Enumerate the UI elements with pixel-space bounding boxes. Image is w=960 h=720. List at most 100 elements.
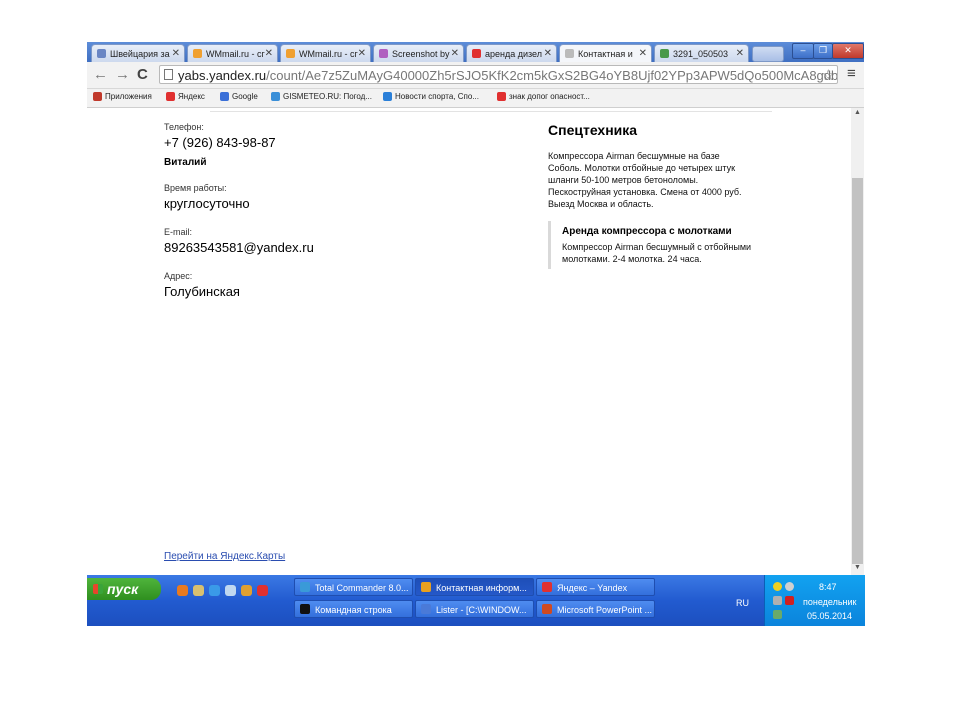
taskbar-lister[interactable]: Lister - [C:\WINDOW... [415,600,534,618]
browser-toolbar: ← → C yabs.yandex.ru/count/Ae7z5ZuMAyG40… [87,62,864,89]
bookmark-yandex[interactable]: Яндекс [166,92,205,101]
bookmark-gismeteo[interactable]: GISMETEO.RU: Погод... [271,92,372,101]
close-icon[interactable]: ✕ [451,48,459,59]
network-icon[interactable] [773,610,782,619]
clock-date: 05.05.2014 [807,611,853,621]
close-window-button[interactable]: ✕ [832,43,864,59]
taskbar-label: Total Commander 8.0... [315,583,409,593]
clock-time[interactable]: 8:47 [819,582,837,592]
google-icon [220,92,229,101]
vertical-scrollbar[interactable]: ▲ ▼ [851,108,864,575]
page-icon [97,49,106,58]
url-path: /count/Ae7z5ZuMAyG40000Zh5rSJO5KfK2cm5kG… [266,68,838,83]
taskbar-total-commander[interactable]: Total Commander 8.0... [294,578,413,596]
bookmark-star-icon[interactable]: ☆ [822,66,835,83]
address-label: Адрес: [164,271,193,281]
weather-icon[interactable] [773,582,782,591]
sport-icon [383,92,392,101]
taskbar-powerpoint[interactable]: Microsoft PowerPoint ... [536,600,655,618]
email-value: 89263543581@yandex.ru [164,240,314,255]
taskbar-chrome-contact[interactable]: Контактная информ... [415,578,534,596]
close-icon[interactable]: ✕ [544,48,552,59]
menu-icon[interactable]: ≡ [847,65,856,82]
tab-7[interactable]: 3291_050503 ✕ [654,44,749,62]
close-icon[interactable]: ✕ [265,48,273,59]
taskbar-label: Microsoft PowerPoint ... [557,605,653,615]
contact-name: Виталий [164,157,207,168]
quicklaunch-icon[interactable] [177,585,188,596]
wmmail-icon [286,49,295,58]
reload-icon[interactable]: C [137,66,148,83]
tab-2[interactable]: WMmail.ru - сг ✕ [187,44,278,62]
minimize-button[interactable]: – [792,43,814,59]
quicklaunch-icon[interactable] [193,585,204,596]
windows-logo-icon [93,584,103,594]
gismeteo-icon [271,92,280,101]
bookmark-label: Яндекс [178,92,205,101]
tab-label: аренда дизел [485,49,543,59]
email-label: E-mail: [164,227,193,237]
tab-6-active[interactable]: Контактная и ✕ [559,44,652,62]
new-tab-button[interactable] [752,46,784,62]
ie-icon[interactable] [209,585,220,596]
taskbar-label: Lister - [C:\WINDOW... [436,605,527,615]
close-icon[interactable]: ✕ [736,48,744,59]
scroll-thumb[interactable] [852,178,863,564]
maximize-button[interactable]: ❐ [813,43,833,59]
bookmark-label: Google [232,92,258,101]
hours-value: круглосуточно [164,196,250,211]
chrome-icon [421,582,431,592]
yandex-icon[interactable] [257,585,268,596]
lister-icon [421,604,431,614]
bookmark-sign[interactable]: знак допог опасност... [497,92,590,101]
browser-window: Швейцария за ✕ WMmail.ru - сг ✕ WMmail.r… [87,42,865,626]
ad-title[interactable]: Аренда компрессора с молотками [562,226,732,237]
close-icon[interactable]: ✕ [639,48,647,59]
tab-label: Швейцария за [110,49,170,59]
phone-value: +7 (926) 843-98-87 [164,135,276,150]
start-button[interactable]: пуск [87,578,161,600]
address-value: Голубинская [164,284,240,299]
tab-label: WMmail.ru - сг [299,49,358,59]
wmmail-icon [193,49,202,58]
address-bar[interactable]: yabs.yandex.ru/count/Ae7z5ZuMAyG40000Zh5… [159,65,838,84]
scroll-down-arrow-icon[interactable]: ▼ [851,564,864,575]
taskbar-cmd[interactable]: Командная строка [294,600,413,618]
bookmark-google[interactable]: Google [220,92,258,101]
bookmark-apps[interactable]: Приложения [93,92,152,101]
apps-grid-icon [93,92,102,101]
desktop-icon[interactable] [225,585,236,596]
total-commander-icon [300,582,310,592]
antivirus-icon[interactable] [785,596,794,605]
system-tray: 8:47 понедельник 05.05.2014 [764,575,865,626]
pen-icon [379,49,388,58]
bookmark-sport[interactable]: Новости спорта, Спо... [383,92,479,101]
ad-text: Компрессор Airman бесшумный с отбойными … [562,242,752,264]
yandex-maps-link[interactable]: Перейти на Яндекс.Карты [164,551,285,562]
volume-icon[interactable] [773,596,782,605]
back-arrow-icon[interactable]: ← [93,66,108,83]
tab-1[interactable]: Швейцария за ✕ [91,44,185,62]
tab-4[interactable]: Screenshot by ✕ [373,44,464,62]
close-icon[interactable]: ✕ [358,48,366,59]
forward-arrow-icon[interactable]: → [115,66,130,83]
start-label: пуск [107,581,139,597]
tab-3[interactable]: WMmail.ru - сг ✕ [280,44,371,62]
bookmark-label: GISMETEO.RU: Погод... [283,92,372,101]
yandex-icon [497,92,506,101]
taskbar-label: Командная строка [315,605,392,615]
tab-label: 3291_050503 [673,49,729,59]
image-icon [660,49,669,58]
scroll-up-arrow-icon[interactable]: ▲ [851,109,864,120]
close-icon[interactable]: ✕ [172,48,180,59]
windows-taskbar: пуск Total Commander 8.0... Контактная и… [87,575,865,626]
moon-icon[interactable] [785,582,794,591]
tab-5[interactable]: аренда дизел ✕ [466,44,557,62]
ad-block[interactable]: Аренда компрессора с молотками Компрессо… [548,221,786,269]
language-indicator[interactable]: RU [736,598,749,608]
chrome-icon[interactable] [241,585,252,596]
taskbar-yandex[interactable]: Яндекс – Yandex [536,578,655,596]
bookmark-label: Новости спорта, Спо... [395,92,479,101]
page-icon [164,69,173,80]
phone-label: Телефон: [164,122,204,132]
